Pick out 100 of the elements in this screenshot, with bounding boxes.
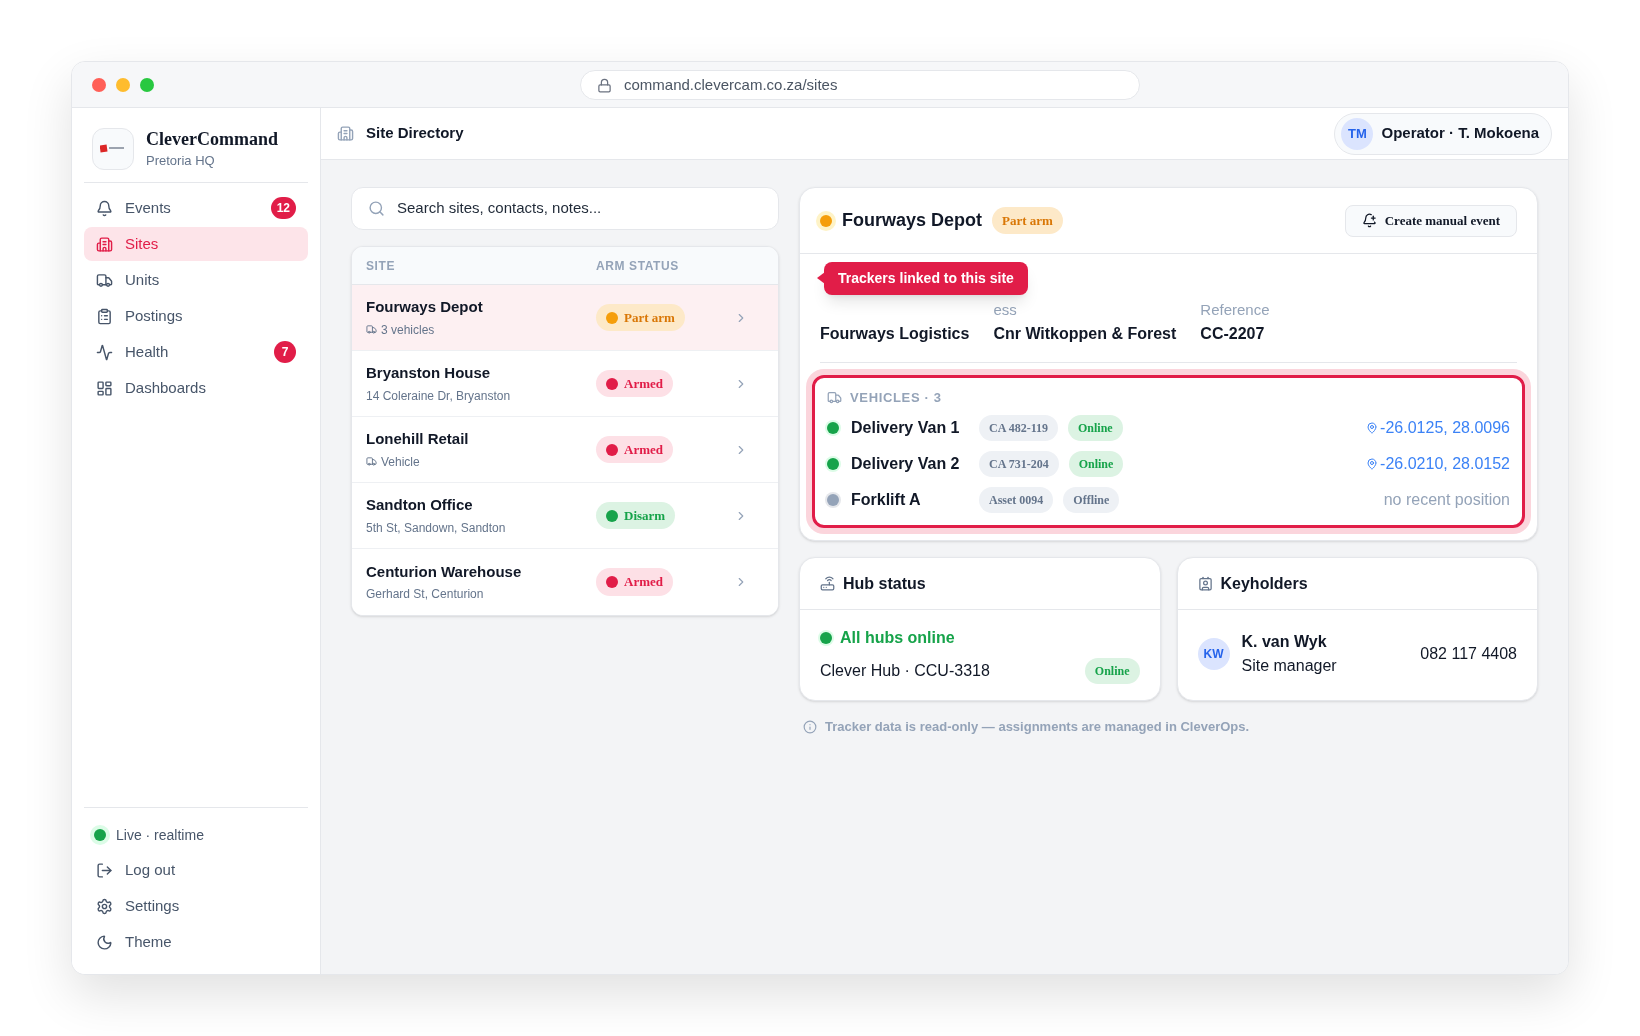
brand-subtitle: Pretoria HQ [146, 151, 216, 170]
site-row[interactable]: Lonehill Retail Vehicle Armed [352, 417, 778, 483]
maximize-window-icon[interactable] [140, 77, 154, 92]
minimize-window-icon[interactable] [116, 77, 130, 92]
arm-status-badge: Disarm [596, 501, 676, 530]
truck-icon [366, 324, 377, 336]
user-chip[interactable]: TM Operator · T. Mokoena [1334, 112, 1552, 155]
search-field[interactable]: Search sites, contacts, notes... [351, 187, 779, 230]
nav-item[interactable]: Health 7 [84, 335, 308, 369]
site-detail: Vehicle [381, 453, 420, 471]
vehicle-name: Delivery Van 1 [851, 418, 961, 438]
footer-item-icon [96, 897, 113, 915]
card-title: Keyholders [1220, 573, 1308, 594]
close-window-icon[interactable] [92, 77, 106, 92]
connection-badge: Online [1068, 451, 1124, 477]
field-label: ess [993, 300, 1018, 320]
plate-tag: CA 482-119 [979, 415, 1058, 441]
truck-icon [366, 456, 377, 468]
hub-summary: All hubs online [840, 628, 955, 648]
vehicle-row[interactable]: Delivery Van 2 CA 731-204 Online -26.0210, 28.0152 [827, 449, 1510, 479]
nav-item[interactable]: Units [84, 263, 308, 297]
router-icon [820, 576, 835, 591]
page-title: Site Directory [366, 123, 465, 144]
contact-card-icon [1197, 576, 1213, 591]
site-detail: 3 vehicles [381, 321, 435, 339]
nav-icon [96, 343, 113, 361]
arm-status-badge: Part arm [596, 303, 685, 332]
position-link[interactable]: -26.0125, 28.0096 [1366, 416, 1510, 440]
address-bar[interactable]: command.clevercam.co.za/sites [580, 70, 1140, 100]
map-pin-icon [1366, 422, 1379, 434]
plate-tag: Asset 0094 [979, 487, 1054, 513]
brand-logo [92, 128, 134, 170]
tooltip-pointer-icon [817, 272, 825, 284]
keyholder-phone: 082 117 4408 [1420, 644, 1517, 664]
building-icon [337, 125, 354, 142]
footer-item-icon [96, 933, 113, 951]
position-link[interactable]: -26.0210, 28.0152 [1366, 452, 1510, 476]
sidebar-footer-item[interactable]: Settings [84, 890, 308, 922]
user-avatar: TM [1341, 117, 1374, 150]
map-pin-icon [1366, 458, 1379, 470]
nav-icon [96, 199, 113, 217]
site-row[interactable]: Fourways Depot 3 vehicles Part arm [352, 285, 778, 351]
connection-badge: Online [1068, 415, 1123, 441]
site-detail: 14 Coleraine Dr, Bryanston [366, 387, 511, 405]
search-icon [368, 200, 385, 217]
count-badge: 7 [274, 341, 296, 363]
nav-item[interactable]: Sites [84, 227, 308, 261]
footer-item-icon [96, 861, 113, 879]
sidebar-footer-item[interactable]: Log out [84, 854, 308, 886]
field-value: CC-2207 [1200, 323, 1266, 344]
vehicle-row[interactable]: Delivery Van 1 CA 482-119 Online -26.0125, 28.0096 [827, 413, 1510, 443]
nav-item[interactable]: Postings [84, 299, 308, 333]
site-name: Sandton Office [366, 495, 474, 516]
info-icon [803, 719, 817, 734]
lock-icon [597, 77, 612, 93]
keyholder-name: K. van Wyk [1241, 632, 1328, 652]
nav-icon [96, 271, 113, 289]
live-status-label: Live · realtime [116, 825, 204, 845]
vehicle-row[interactable]: Forklift A Asset 0094 Offline no recent position [827, 485, 1510, 515]
nav-icon [96, 235, 113, 253]
nav-icon [96, 307, 113, 325]
connection-badge: Online [1084, 658, 1140, 684]
footnote: Tracker data is read-only — assignments are managed in CleverOps. [825, 718, 1250, 736]
site-name: Fourways Depot [366, 297, 484, 318]
nav-icon [96, 379, 113, 397]
connection-badge: Offline [1063, 487, 1120, 513]
truck-icon [827, 389, 842, 405]
site-title: Fourways Depot [842, 209, 983, 232]
keyholder-role: Site manager [1241, 656, 1338, 676]
sidebar-footer-item[interactable]: Theme [84, 926, 308, 958]
site-detail: 5th St, Sandown, Sandton [366, 519, 506, 537]
position-text: no recent position [1383, 490, 1510, 510]
site-name: Lonehill Retail [366, 429, 470, 450]
site-row[interactable]: Centurion Warehouse Gerhard St, Centurion Armed [352, 549, 778, 615]
arm-status-badge: Part arm [992, 206, 1063, 235]
brand-name: CleverCommand [146, 128, 278, 151]
count-badge: 12 [270, 197, 296, 219]
keyholder-avatar: KW [1197, 638, 1230, 670]
site-row[interactable]: Bryanston House 14 Coleraine Dr, Bryanston Armed [352, 351, 778, 417]
arm-status-badge: Armed [596, 568, 673, 596]
field-value: Cnr Witkoppen & Forest [993, 323, 1177, 344]
vehicle-name: Forklift A [851, 490, 922, 510]
vehicle-name: Delivery Van 2 [851, 454, 961, 474]
hub-name: Clever Hub · CCU-3318 [820, 661, 990, 681]
column-header: SITE [366, 257, 397, 275]
create-event-button[interactable]: Create manual event [1344, 204, 1517, 237]
site-detail: Gerhard St, Centurion [366, 586, 484, 604]
field-label: Reference [1200, 300, 1270, 320]
arm-status-badge: Armed [596, 435, 673, 464]
search-input[interactable]: Search sites, contacts, notes... [397, 197, 762, 220]
nav-item[interactable]: Dashboards [84, 371, 308, 405]
arm-status-badge: Armed [596, 369, 673, 398]
card-title: Hub status [843, 573, 926, 594]
field-value: Fourways Logistics [820, 323, 970, 344]
column-header: ARM STATUS [596, 257, 679, 275]
plate-tag: CA 731-204 [979, 451, 1059, 477]
site-name: Centurion Warehouse [366, 561, 523, 582]
site-name: Bryanston House [366, 363, 492, 384]
nav-item[interactable]: Events 12 [84, 191, 308, 225]
site-row[interactable]: Sandton Office 5th St, Sandown, Sandton Disarm [352, 483, 778, 549]
